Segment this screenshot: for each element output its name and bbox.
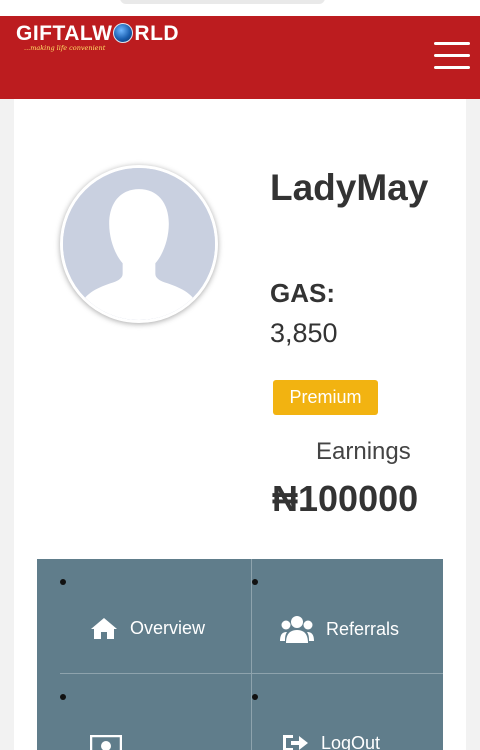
logout-icon xyxy=(283,735,308,750)
globe-icon xyxy=(113,23,134,43)
logo-wordmark: GIFTALW RLD xyxy=(16,22,180,45)
default-user-icon xyxy=(63,168,215,320)
list-bullet xyxy=(60,579,66,585)
earnings-label: Earnings xyxy=(316,438,411,465)
list-bullet xyxy=(60,694,66,700)
avatar xyxy=(60,165,218,323)
gas-value: 3,850 xyxy=(270,318,338,348)
url-bar[interactable] xyxy=(120,0,325,4)
nav-divider-horizontal xyxy=(60,673,443,674)
site-logo[interactable]: GIFTALW RLD ...making life convenient xyxy=(16,22,179,62)
username: LadyMay xyxy=(270,167,429,208)
list-bullet xyxy=(252,579,258,585)
gas-label: GAS: xyxy=(270,278,335,308)
dashboard-nav xyxy=(37,559,443,750)
site-header: GIFTALW RLD ...making life convenient xyxy=(0,16,480,99)
list-bullet xyxy=(252,694,258,700)
top-strip xyxy=(0,0,480,16)
users-icon xyxy=(280,616,314,643)
money-icon xyxy=(90,735,122,750)
nav-item-label: Overview xyxy=(130,617,206,638)
earnings-value: ₦100000 xyxy=(272,478,419,519)
nav-divider-vertical xyxy=(251,559,252,750)
nav-item-label: LogOut xyxy=(321,732,381,750)
home-icon xyxy=(91,618,117,639)
hamburger-menu-icon[interactable] xyxy=(434,42,470,74)
membership-badge: Premium xyxy=(273,380,378,415)
nav-item-label: Referrals xyxy=(326,618,400,639)
